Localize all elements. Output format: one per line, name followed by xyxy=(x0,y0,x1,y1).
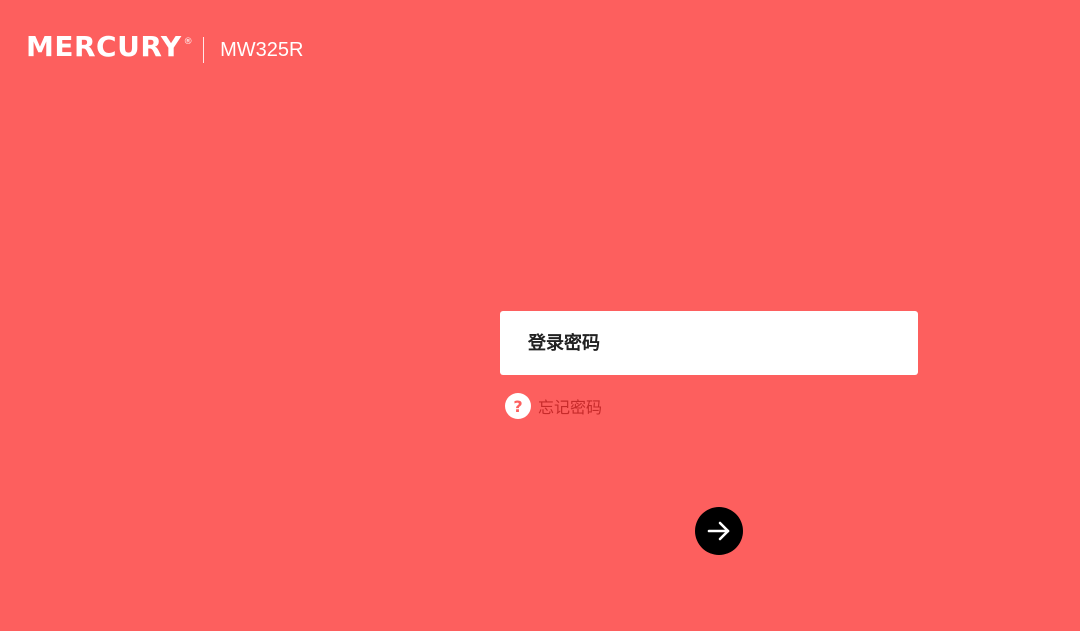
password-input[interactable] xyxy=(500,311,918,375)
brand-name: MERCURY xyxy=(26,29,182,63)
brand-logo: MERCURY ® xyxy=(26,29,193,72)
model-name: MW325R xyxy=(220,39,304,61)
login-submit-button[interactable] xyxy=(695,507,743,555)
forgot-password-link[interactable]: ? 忘记密码 xyxy=(505,392,602,420)
header-divider xyxy=(203,37,205,63)
header: MERCURY ® MW325R xyxy=(26,30,304,68)
help-glyph: ? xyxy=(513,396,523,416)
registered-mark: ® xyxy=(183,36,194,47)
arrow-right-icon xyxy=(707,521,730,541)
forgot-password-label: 忘记密码 xyxy=(538,398,603,417)
question-mark-icon: ? xyxy=(505,393,531,419)
